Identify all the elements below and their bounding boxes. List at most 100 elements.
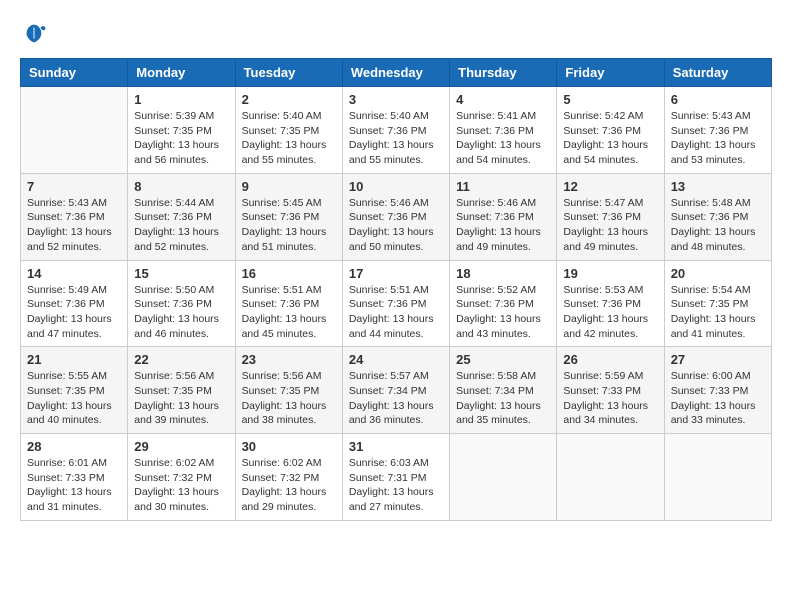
day-number: 22: [134, 352, 228, 367]
day-info: Sunrise: 5:58 AMSunset: 7:34 PMDaylight:…: [456, 369, 550, 428]
day-info: Sunrise: 5:49 AMSunset: 7:36 PMDaylight:…: [27, 283, 121, 342]
calendar-cell: 16Sunrise: 5:51 AMSunset: 7:36 PMDayligh…: [235, 260, 342, 347]
day-number: 13: [671, 179, 765, 194]
calendar-cell: 19Sunrise: 5:53 AMSunset: 7:36 PMDayligh…: [557, 260, 664, 347]
calendar-cell: [21, 87, 128, 174]
day-info: Sunrise: 5:43 AMSunset: 7:36 PMDaylight:…: [671, 109, 765, 168]
calendar-week-row: 21 Sunrise: 5:55 AMSunset: 7:35 PMDayligh…: [21, 347, 772, 434]
calendar-cell: 30 Sunrise: 6:02 AMSunset: 7:32 PMDayligh…: [235, 434, 342, 521]
calendar-cell: 11 Sunrise: 5:46 AMSunset: 7:36 PMDayligh…: [450, 173, 557, 260]
calendar-cell: 9 Sunrise: 5:45 AMSunset: 7:36 PMDaylight…: [235, 173, 342, 260]
day-number: 6: [671, 92, 765, 107]
calendar-cell: 31 Sunrise: 6:03 AMSunset: 7:31 PMDayligh…: [342, 434, 449, 521]
header-friday: Friday: [557, 59, 664, 87]
day-info: Sunrise: 5:56 AMSunset: 7:35 PMDaylight:…: [134, 369, 228, 428]
calendar-cell: 13 Sunrise: 5:48 AMSunset: 7:36 PMDayligh…: [664, 173, 771, 260]
header-monday: Monday: [128, 59, 235, 87]
day-number: 18: [456, 266, 550, 281]
header-saturday: Saturday: [664, 59, 771, 87]
day-info: Sunrise: 5:59 AMSunset: 7:33 PMDaylight:…: [563, 369, 657, 428]
calendar-cell: 8 Sunrise: 5:44 AMSunset: 7:36 PMDaylight…: [128, 173, 235, 260]
calendar-cell: 14 Sunrise: 5:49 AMSunset: 7:36 PMDayligh…: [21, 260, 128, 347]
calendar-cell: 10Sunrise: 5:46 AMSunset: 7:36 PMDayligh…: [342, 173, 449, 260]
day-number: 25: [456, 352, 550, 367]
logo-icon: [20, 20, 48, 48]
day-number: 23: [242, 352, 336, 367]
day-info: Sunrise: 6:02 AMSunset: 7:32 PMDaylight:…: [242, 456, 336, 515]
calendar-cell: 21 Sunrise: 5:55 AMSunset: 7:35 PMDayligh…: [21, 347, 128, 434]
day-info: Sunrise: 6:01 AMSunset: 7:33 PMDaylight:…: [27, 456, 121, 515]
calendar-week-row: 7 Sunrise: 5:43 AMSunset: 7:36 PMDaylight…: [21, 173, 772, 260]
calendar-cell: [450, 434, 557, 521]
day-number: 14: [27, 266, 121, 281]
calendar-cell: 5Sunrise: 5:42 AMSunset: 7:36 PMDaylight…: [557, 87, 664, 174]
calendar-cell: 18 Sunrise: 5:52 AMSunset: 7:36 PMDayligh…: [450, 260, 557, 347]
day-number: 15: [134, 266, 228, 281]
day-number: 19: [563, 266, 657, 281]
calendar-cell: 22 Sunrise: 5:56 AMSunset: 7:35 PMDayligh…: [128, 347, 235, 434]
calendar-week-row: 14 Sunrise: 5:49 AMSunset: 7:36 PMDayligh…: [21, 260, 772, 347]
calendar-cell: 26 Sunrise: 5:59 AMSunset: 7:33 PMDayligh…: [557, 347, 664, 434]
logo: [20, 20, 52, 48]
day-info: Sunrise: 5:46 AMSunset: 7:36 PMDaylight:…: [456, 196, 550, 255]
day-info: Sunrise: 5:40 AMSunset: 7:35 PMDaylight:…: [242, 109, 336, 168]
day-number: 20: [671, 266, 765, 281]
day-number: 26: [563, 352, 657, 367]
calendar-cell: 28 Sunrise: 6:01 AMSunset: 7:33 PMDayligh…: [21, 434, 128, 521]
calendar-cell: 2 Sunrise: 5:40 AMSunset: 7:35 PMDaylight…: [235, 87, 342, 174]
calendar-cell: 27 Sunrise: 6:00 AMSunset: 7:33 PMDayligh…: [664, 347, 771, 434]
weekday-header-row: Sunday Monday Tuesday Wednesday Thursday…: [21, 59, 772, 87]
day-info: Sunrise: 5:44 AMSunset: 7:36 PMDaylight:…: [134, 196, 228, 255]
day-info: Sunrise: 5:54 AMSunset: 7:35 PMDaylight:…: [671, 283, 765, 342]
day-number: 9: [242, 179, 336, 194]
calendar-cell: [664, 434, 771, 521]
day-number: 17: [349, 266, 443, 281]
calendar-cell: 17 Sunrise: 5:51 AMSunset: 7:36 PMDayligh…: [342, 260, 449, 347]
calendar-cell: 23 Sunrise: 5:56 AMSunset: 7:35 PMDayligh…: [235, 347, 342, 434]
day-number: 31: [349, 439, 443, 454]
header-thursday: Thursday: [450, 59, 557, 87]
calendar-cell: 29Sunrise: 6:02 AMSunset: 7:32 PMDayligh…: [128, 434, 235, 521]
day-number: 30: [242, 439, 336, 454]
day-number: 4: [456, 92, 550, 107]
day-number: 8: [134, 179, 228, 194]
day-info: Sunrise: 5:51 AMSunset: 7:36 PMDaylight:…: [242, 283, 336, 342]
day-info: Sunrise: 6:00 AMSunset: 7:33 PMDaylight:…: [671, 369, 765, 428]
calendar-cell: 15 Sunrise: 5:50 AMSunset: 7:36 PMDayligh…: [128, 260, 235, 347]
day-number: 27: [671, 352, 765, 367]
calendar-cell: [557, 434, 664, 521]
day-info: Sunrise: 5:45 AMSunset: 7:36 PMDaylight:…: [242, 196, 336, 255]
day-info: Sunrise: 5:55 AMSunset: 7:35 PMDaylight:…: [27, 369, 121, 428]
page-header: [20, 20, 772, 48]
day-info: Sunrise: 5:39 AMSunset: 7:35 PMDaylight:…: [134, 109, 228, 168]
day-info: Sunrise: 5:57 AMSunset: 7:34 PMDaylight:…: [349, 369, 443, 428]
day-info: Sunrise: 5:43 AMSunset: 7:36 PMDaylight:…: [27, 196, 121, 255]
day-info: Sunrise: 5:50 AMSunset: 7:36 PMDaylight:…: [134, 283, 228, 342]
calendar-week-row: 1 Sunrise: 5:39 AMSunset: 7:35 PMDaylight…: [21, 87, 772, 174]
day-info: Sunrise: 5:41 AMSunset: 7:36 PMDaylight:…: [456, 109, 550, 168]
day-number: 2: [242, 92, 336, 107]
calendar-cell: 12Sunrise: 5:47 AMSunset: 7:36 PMDayligh…: [557, 173, 664, 260]
day-number: 7: [27, 179, 121, 194]
day-info: Sunrise: 5:42 AMSunset: 7:36 PMDaylight:…: [563, 109, 657, 168]
day-info: Sunrise: 5:51 AMSunset: 7:36 PMDaylight:…: [349, 283, 443, 342]
calendar-cell: 24Sunrise: 5:57 AMSunset: 7:34 PMDayligh…: [342, 347, 449, 434]
day-number: 21: [27, 352, 121, 367]
day-info: Sunrise: 5:52 AMSunset: 7:36 PMDaylight:…: [456, 283, 550, 342]
calendar-cell: 3Sunrise: 5:40 AMSunset: 7:36 PMDaylight…: [342, 87, 449, 174]
day-number: 11: [456, 179, 550, 194]
day-info: Sunrise: 5:48 AMSunset: 7:36 PMDaylight:…: [671, 196, 765, 255]
calendar-week-row: 28 Sunrise: 6:01 AMSunset: 7:33 PMDayligh…: [21, 434, 772, 521]
day-number: 28: [27, 439, 121, 454]
header-wednesday: Wednesday: [342, 59, 449, 87]
day-number: 1: [134, 92, 228, 107]
day-number: 3: [349, 92, 443, 107]
day-info: Sunrise: 6:02 AMSunset: 7:32 PMDaylight:…: [134, 456, 228, 515]
header-tuesday: Tuesday: [235, 59, 342, 87]
calendar-table: Sunday Monday Tuesday Wednesday Thursday…: [20, 58, 772, 521]
calendar-cell: 20 Sunrise: 5:54 AMSunset: 7:35 PMDayligh…: [664, 260, 771, 347]
day-info: Sunrise: 6:03 AMSunset: 7:31 PMDaylight:…: [349, 456, 443, 515]
calendar-cell: 7 Sunrise: 5:43 AMSunset: 7:36 PMDaylight…: [21, 173, 128, 260]
day-info: Sunrise: 5:56 AMSunset: 7:35 PMDaylight:…: [242, 369, 336, 428]
day-info: Sunrise: 5:47 AMSunset: 7:36 PMDaylight:…: [563, 196, 657, 255]
